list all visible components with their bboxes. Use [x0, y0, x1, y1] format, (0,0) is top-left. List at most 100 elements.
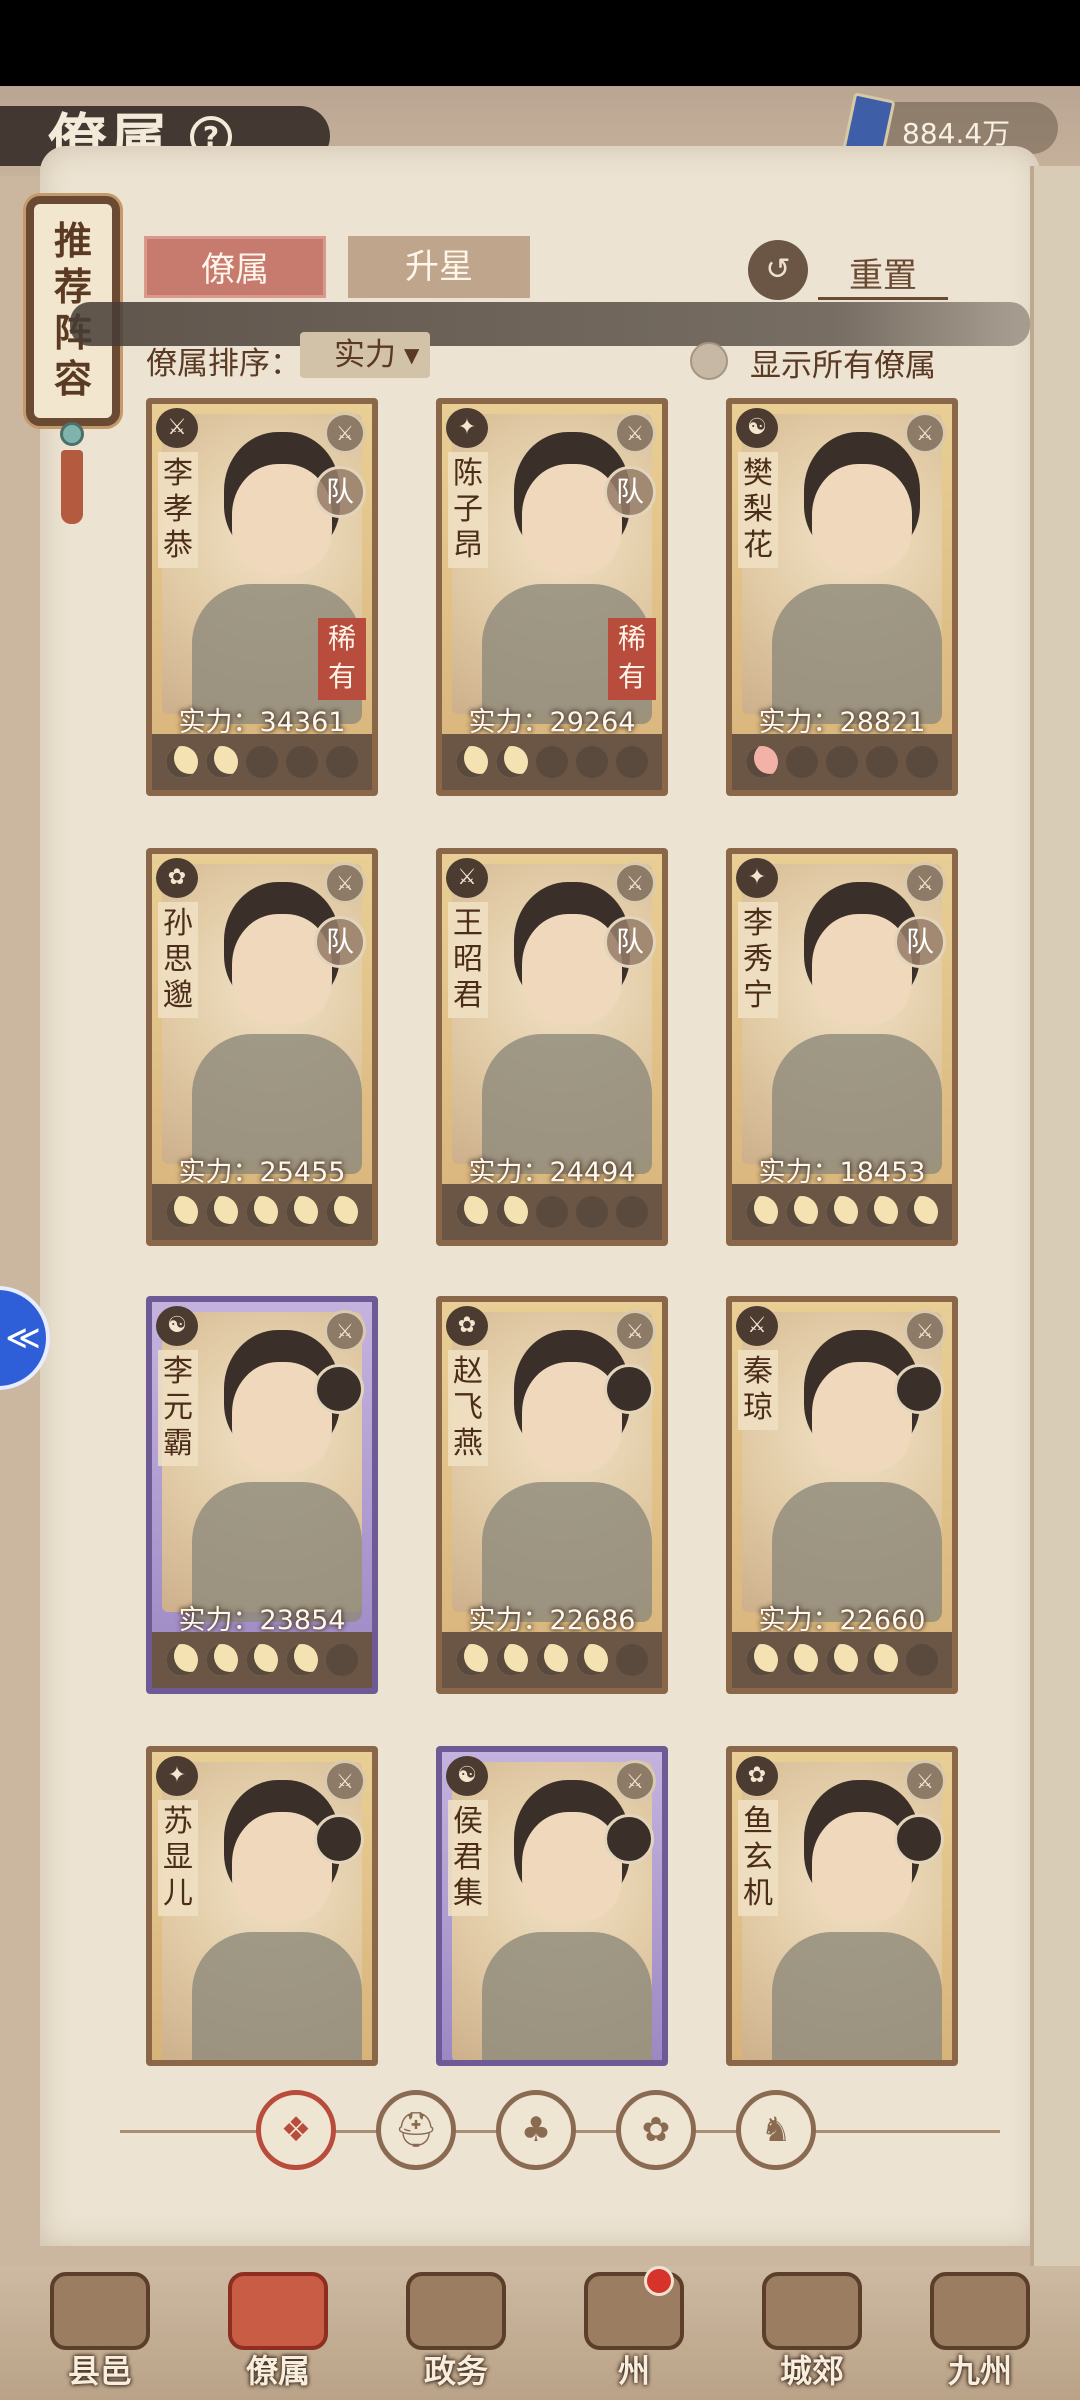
- moon-star-icon: [456, 1196, 488, 1228]
- subordinate-card[interactable]: ✦ ⚔ 陈子昂队稀有实力：29264: [436, 398, 668, 796]
- star-level-bar: [152, 1632, 372, 1688]
- moon-star-icon: [786, 1644, 818, 1676]
- nav-nine-provinces[interactable]: 九州: [900, 2266, 1060, 2400]
- role-icon: ⚔: [324, 862, 366, 904]
- reset-icon: ↺: [748, 240, 808, 300]
- nav-suburbs[interactable]: 城郊: [732, 2266, 892, 2400]
- nav-affairs[interactable]: 政务: [376, 2266, 536, 2400]
- name-char: 昭: [453, 942, 483, 977]
- mini-portrait-icon: [314, 1364, 364, 1414]
- character-name: 苏显儿: [158, 1800, 198, 1916]
- moon-star-icon: [536, 1644, 568, 1676]
- nav-label: 僚属: [245, 2352, 310, 2390]
- subordinate-card[interactable]: ⚔ ⚔ 王昭君队实力：24494: [436, 848, 668, 1246]
- team-badge: 队: [314, 916, 366, 968]
- moon-star-icon: [616, 746, 648, 778]
- rarity-badge: 稀有: [608, 618, 656, 700]
- moon-star-icon: [906, 746, 938, 778]
- moon-star-icon: [536, 1196, 568, 1228]
- subordinate-card[interactable]: ✿ ⚔ 鱼玄机: [726, 1746, 958, 2066]
- filter-all-button[interactable]: ❖: [256, 2090, 336, 2170]
- filter-helmet-button[interactable]: ⛑: [376, 2090, 456, 2170]
- filter-horse-button[interactable]: ♞: [736, 2090, 816, 2170]
- show-all-toggle[interactable]: 显示所有僚属: [690, 338, 1010, 384]
- game-screen: 僚属 ? 884.4万 推 荐 阵 容 僚属 升星 ↺ 重置 僚属排序： 实力 …: [0, 86, 1080, 2400]
- moon-star-icon: [456, 746, 488, 778]
- team-badge: 队: [894, 916, 946, 968]
- moon-star-icon: [206, 1196, 238, 1228]
- moon-star-icon: [246, 746, 278, 778]
- moon-star-icon: [826, 746, 858, 778]
- subordinate-card[interactable]: ✿ ⚔ 赵飞燕实力：22686: [436, 1296, 668, 1694]
- name-char: 李: [743, 906, 773, 941]
- nav-label: 九州: [947, 2352, 1012, 2390]
- reset-button[interactable]: ↺ 重置: [748, 240, 958, 300]
- character-name: 孙思邈: [158, 902, 198, 1018]
- character-name: 李元霸: [158, 1350, 198, 1466]
- subordinates-scroll-icon: [228, 2272, 328, 2350]
- class-icon: ✿: [156, 858, 198, 898]
- moon-star-icon: [576, 746, 608, 778]
- name-char: 梨: [743, 492, 773, 527]
- sort-dropdown[interactable]: 实力 ▼: [300, 332, 430, 378]
- subordinate-card[interactable]: ✦ ⚔ 苏显儿: [146, 1746, 378, 2066]
- moon-star-icon: [906, 1196, 938, 1228]
- nav-county[interactable]: 县邑: [20, 2266, 180, 2400]
- nav-subordinates[interactable]: 僚属: [198, 2266, 358, 2400]
- name-char: 鱼: [743, 1804, 773, 1839]
- class-icon: ✿: [446, 1306, 488, 1346]
- subordinate-card[interactable]: ✿ ⚔ 孙思邈队实力：25455: [146, 848, 378, 1246]
- moon-star-icon: [906, 1644, 938, 1676]
- moon-star-icon: [746, 746, 778, 778]
- name-char: 邈: [163, 978, 193, 1013]
- tab-star-up[interactable]: 升星: [348, 236, 530, 298]
- name-char: 琼: [743, 1390, 773, 1425]
- show-all-label: 显示所有僚属: [750, 348, 936, 384]
- star-level-bar: [152, 1184, 372, 1240]
- star-level-bar: [442, 1184, 662, 1240]
- tassel-ornament: [56, 422, 88, 532]
- subordinate-card[interactable]: ✦ ⚔ 李秀宁队实力：18453: [726, 848, 958, 1246]
- moon-star-icon: [496, 1644, 528, 1676]
- banner-char: 容: [53, 356, 92, 401]
- subordinate-card[interactable]: ☯ ⚔ 侯君集: [436, 1746, 668, 2066]
- name-char: 飞: [453, 1390, 483, 1425]
- subordinate-card[interactable]: ⚔ ⚔ 秦琼实力：22660: [726, 1296, 958, 1694]
- checkbox[interactable]: [690, 342, 728, 380]
- name-char: 王: [453, 906, 483, 941]
- subordinate-card[interactable]: ☯ ⚔ 李元霸实力：23854: [146, 1296, 378, 1694]
- class-icon: ✿: [736, 1756, 778, 1796]
- subordinate-card[interactable]: ☯ ⚔ 樊梨花实力：28821: [726, 398, 958, 796]
- filter-fan-button[interactable]: ✿: [616, 2090, 696, 2170]
- rarity-badge: 稀有: [318, 618, 366, 700]
- moon-star-icon: [166, 1196, 198, 1228]
- name-char: 燕: [453, 1426, 483, 1461]
- team-badge: 队: [314, 466, 366, 518]
- role-icon: ⚔: [904, 1310, 946, 1352]
- name-char: 昂: [453, 528, 483, 563]
- team-badge: 队: [604, 466, 656, 518]
- moon-star-icon: [866, 746, 898, 778]
- moon-star-icon: [826, 1644, 858, 1676]
- moon-star-icon: [786, 746, 818, 778]
- tab-subordinates[interactable]: 僚属: [144, 236, 326, 298]
- name-char: 霸: [163, 1426, 193, 1461]
- character-name: 秦琼: [738, 1350, 778, 1430]
- filter-gourd-button[interactable]: ♣: [496, 2090, 576, 2170]
- moon-star-icon: [166, 746, 198, 778]
- star-level-bar: [732, 734, 952, 790]
- role-icon: ⚔: [614, 862, 656, 904]
- subordinate-card[interactable]: ⚔ ⚔ 李孝恭队稀有实力：34361: [146, 398, 378, 796]
- name-char: 机: [743, 1876, 773, 1911]
- class-icon: ✦: [156, 1756, 198, 1796]
- moon-star-icon: [206, 1644, 238, 1676]
- caret-down-icon: ▼: [404, 343, 420, 367]
- moon-star-icon: [286, 1196, 318, 1228]
- moon-star-icon: [496, 1196, 528, 1228]
- name-char: 侯: [453, 1804, 483, 1839]
- role-icon: ⚔: [324, 412, 366, 454]
- name-char: 显: [163, 1840, 193, 1875]
- character-name: 赵飞燕: [448, 1350, 488, 1466]
- nav-prefecture[interactable]: 州: [554, 2266, 714, 2400]
- name-char: 秦: [743, 1354, 773, 1389]
